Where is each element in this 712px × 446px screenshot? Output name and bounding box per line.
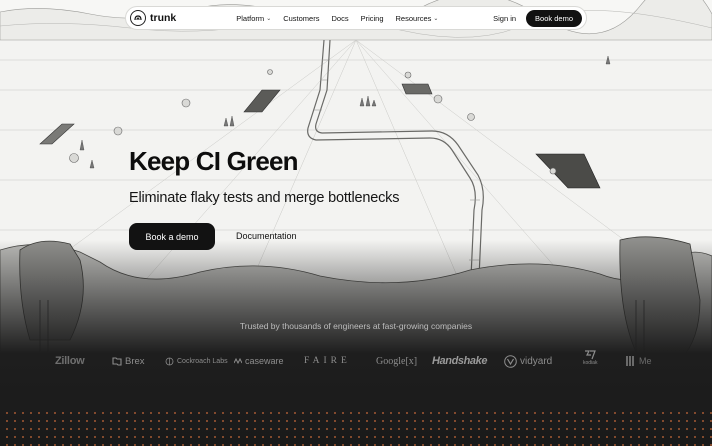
kodiak-logo-text: kodiak xyxy=(583,360,598,366)
dotted-pattern xyxy=(0,406,712,446)
vidyard-icon xyxy=(504,354,517,368)
caseware-logo-text: caseware xyxy=(245,356,284,366)
nav-docs-label: Docs xyxy=(331,13,349,23)
documentation-link[interactable]: Documentation xyxy=(236,231,297,241)
kodiak-icon xyxy=(585,350,597,360)
trunk-logo-icon xyxy=(130,10,146,26)
faire-logo: FAIRE xyxy=(304,350,351,372)
logo-text: trunk xyxy=(150,12,177,24)
handshake-logo: Handshake xyxy=(432,350,487,372)
hero-title: Keep CI Green xyxy=(129,146,299,176)
trusted-by-text: Trusted by thousands of engineers at fas… xyxy=(239,321,473,331)
brex-icon xyxy=(112,356,122,366)
cockroach-labs-logo: Cockroach Labs xyxy=(165,350,228,372)
nav-customers[interactable]: Customers xyxy=(283,14,319,23)
caseware-icon xyxy=(234,358,242,364)
handshake-logo-text: Handshake xyxy=(432,355,488,367)
nav-customers-label: Customers xyxy=(283,13,320,23)
google-x-logo-text: Google[x] xyxy=(376,355,418,367)
chevron-down-icon: ⌄ xyxy=(433,15,439,22)
book-demo-button[interactable]: Book demo xyxy=(526,9,582,27)
nav-platform[interactable]: Platform ⌄ xyxy=(236,14,271,23)
nav-docs[interactable]: Docs xyxy=(331,14,348,23)
partial-logo: Me xyxy=(626,350,652,372)
trunk-logo[interactable]: trunk xyxy=(130,10,176,26)
hero-subtitle: Eliminate flaky tests and merge bottlene… xyxy=(129,190,400,206)
nav-pricing-label: Pricing xyxy=(360,13,384,23)
top-nav: trunk Platform ⌄ Customers Docs Pricing … xyxy=(125,6,587,30)
faire-logo-text: FAIRE xyxy=(304,356,351,366)
grid-logo-icon xyxy=(626,356,634,366)
cockroach-labs-logo-text: Cockroach Labs xyxy=(177,357,228,365)
chevron-down-icon: ⌄ xyxy=(266,15,272,22)
nav-links: Platform ⌄ Customers Docs Pricing Resour… xyxy=(236,14,438,23)
zillow-logo: Zillow xyxy=(55,350,85,372)
hero-illustration xyxy=(0,0,712,446)
caseware-logo: caseware xyxy=(234,350,284,372)
zillow-logo-text: Zillow xyxy=(55,355,85,367)
nav-resources-label: Resources xyxy=(395,13,432,23)
sign-in-link[interactable]: Sign in xyxy=(493,14,516,23)
google-x-logo: Google[x] xyxy=(376,350,417,372)
vidyard-logo-text: vidyard xyxy=(520,355,553,367)
brex-logo-text: Brex xyxy=(125,355,145,367)
nav-actions: Sign in Book demo xyxy=(493,9,582,27)
cockroach-icon xyxy=(165,357,174,365)
nav-resources[interactable]: Resources ⌄ xyxy=(396,14,439,23)
book-a-demo-button[interactable]: Book a demo xyxy=(129,223,215,250)
nav-platform-label: Platform xyxy=(236,13,265,23)
partial-logo-text: Me xyxy=(639,356,652,366)
nav-pricing[interactable]: Pricing xyxy=(361,14,384,23)
vidyard-logo: vidyard xyxy=(504,350,552,372)
brex-logo: Brex xyxy=(112,350,145,372)
customer-logos: Zillow Brex Cockroach Labs caseware FAIR… xyxy=(0,350,712,372)
kodiak-logo: kodiak xyxy=(583,350,597,372)
